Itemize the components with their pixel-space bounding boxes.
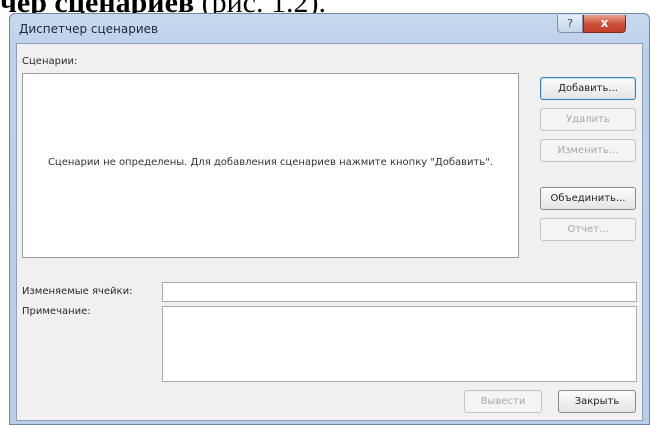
merge-button[interactable]: Объединить... [540, 187, 636, 210]
dialog-client-area: Сценарии: Сценарии не определены. Для до… [16, 43, 643, 421]
show-button[interactable]: Вывести [464, 390, 542, 413]
comment-field[interactable] [162, 306, 637, 382]
edit-button[interactable]: Изменить... [540, 139, 636, 162]
close-window-button[interactable]: x [583, 15, 626, 33]
changing-cells-label: Изменяемые ячейки: [22, 286, 133, 297]
comment-label: Примечание: [22, 306, 91, 317]
title-bar[interactable]: Диспетчер сценариев ? x [10, 14, 649, 44]
scenario-manager-dialog: Диспетчер сценариев ? x Сценарии: Сценар… [9, 13, 650, 425]
close-icon: x [600, 16, 609, 30]
report-button[interactable]: Отчет... [540, 218, 636, 241]
scenarios-list[interactable]: Сценарии не определены. Для добавления с… [22, 73, 519, 258]
scenarios-empty-message: Сценарии не определены. Для добавления с… [47, 157, 494, 168]
help-icon: ? [567, 17, 573, 30]
add-button[interactable]: Добавить... [540, 77, 636, 100]
help-button[interactable]: ? [557, 15, 583, 33]
changing-cells-field[interactable] [162, 282, 637, 302]
delete-button[interactable]: Удалить [540, 108, 636, 131]
close-button[interactable]: Закрыть [558, 390, 636, 413]
scenarios-label: Сценарии: [22, 56, 78, 67]
dialog-title: Диспетчер сценариев [19, 22, 159, 36]
